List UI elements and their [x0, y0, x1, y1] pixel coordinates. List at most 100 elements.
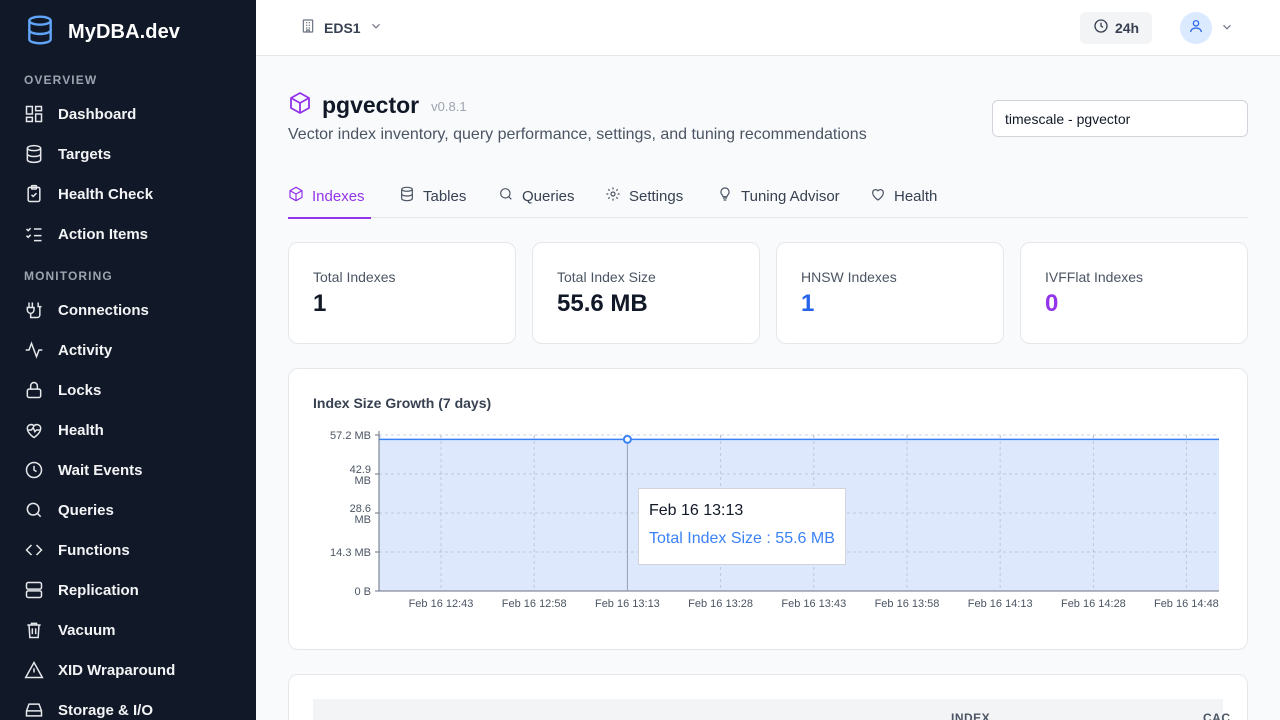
stat-label: Total Indexes [313, 269, 396, 285]
sidebar-item-activity[interactable]: Activity [24, 339, 112, 361]
y-tick-label: 14.3 MB [330, 547, 371, 559]
environment-selector[interactable]: EDS1 [300, 17, 383, 39]
chart-card: Index Size Growth (7 days) 0 B 14.3 MB 28.… [288, 368, 1248, 650]
sidebar-item-locks[interactable]: Locks [24, 379, 101, 401]
sidebar-item-label: Functions [58, 541, 130, 559]
column-header-cac: CAC [1203, 711, 1231, 720]
brand[interactable]: MyDBA.dev [24, 14, 180, 50]
warning-icon [24, 660, 44, 680]
database-icon [399, 186, 415, 207]
x-tick-label: Feb 16 14:28 [1061, 598, 1126, 610]
chevron-down-icon [369, 19, 383, 38]
x-tick-label: Feb 16 13:43 [781, 598, 846, 610]
x-tick-label: Feb 16 14:48 [1154, 598, 1219, 610]
search-icon [24, 500, 44, 520]
tab-tables[interactable]: Tables [399, 174, 466, 218]
tooltip-value: Total Index Size : 55.6 MB [649, 530, 835, 547]
y-tick-label: 0 B [354, 586, 371, 598]
stat-card-total-index-size: Total Index Size 55.6 MB [532, 242, 760, 344]
index-table-card: INDEX CAC [288, 674, 1248, 720]
time-range-label: 24h [1114, 20, 1140, 36]
page-title: pgvector [322, 91, 420, 118]
box-icon [288, 91, 312, 120]
sidebar-item-xid-wraparound[interactable]: XID Wraparound [24, 659, 175, 681]
sidebar-item-label: Queries [58, 501, 114, 519]
sidebar-item-label: Storage & I/O [58, 701, 154, 719]
sidebar-item-label: Locks [58, 381, 102, 399]
tab-settings[interactable]: Settings [605, 174, 683, 218]
gear-icon [605, 186, 621, 207]
plug-icon [24, 300, 44, 320]
heart-pulse-icon [24, 420, 44, 440]
database-select[interactable] [992, 100, 1248, 137]
sidebar-item-health[interactable]: Health [24, 419, 104, 441]
database-icon [24, 144, 44, 164]
tab-label: Tuning Advisor [741, 187, 840, 205]
sidebar-item-health-check[interactable]: Health Check [24, 183, 153, 205]
section-title-monitoring: MONITORING [24, 269, 113, 283]
page-subtitle: Vector index inventory, query performanc… [288, 126, 867, 143]
heart-icon [870, 186, 886, 207]
stat-label: IVFFlat Indexes [1045, 269, 1144, 285]
tab-tuning-advisor[interactable]: Tuning Advisor [717, 174, 840, 218]
tab-queries[interactable]: Queries [498, 174, 575, 218]
sidebar-item-targets[interactable]: Targets [24, 143, 111, 165]
sidebar-item-label: Vacuum [58, 621, 116, 639]
list-checks-icon [24, 224, 44, 244]
dashboard-icon [24, 104, 44, 124]
version-label: v0.8.1 [431, 98, 467, 114]
sidebar-item-label: Health Check [58, 185, 154, 203]
hard-drive-icon [24, 700, 44, 720]
clipboard-check-icon [24, 184, 44, 204]
lightbulb-icon [717, 186, 733, 207]
clock-icon [24, 460, 44, 480]
sidebar-item-functions[interactable]: Functions [24, 539, 130, 561]
sidebar-item-dashboard[interactable]: Dashboard [24, 103, 136, 125]
code-icon [24, 540, 44, 560]
tab-indexes[interactable]: Indexes [288, 174, 371, 219]
sidebar-item-label: Wait Events [58, 461, 143, 479]
app-name: MyDBA.dev [68, 20, 181, 43]
sidebar-item-label: Connections [58, 301, 149, 319]
sidebar-item-replication[interactable]: Replication [24, 579, 139, 601]
database-logo-icon [24, 14, 56, 51]
x-tick-label: Feb 16 13:13 [595, 598, 660, 610]
sidebar-item-queries[interactable]: Queries [24, 499, 114, 521]
sidebar-item-storage-io[interactable]: Storage & I/O [24, 699, 153, 720]
tab-health[interactable]: Health [870, 174, 937, 218]
hover-point [622, 434, 632, 444]
user-icon [1188, 18, 1204, 39]
sidebar-item-wait-events[interactable]: Wait Events [24, 459, 142, 481]
sidebar-item-label: Action Items [58, 225, 149, 243]
sidebar-item-label: XID Wraparound [58, 661, 176, 679]
sidebar-item-vacuum[interactable]: Vacuum [24, 619, 116, 641]
stat-label: Total Index Size [557, 269, 656, 285]
tab-label: Tables [423, 187, 467, 205]
x-tick-label: Feb 16 12:43 [409, 598, 474, 610]
page-header: pgvector v0.8.1 [288, 90, 467, 120]
sidebar-item-label: Health [58, 421, 104, 439]
sidebar-item-action-items[interactable]: Action Items [24, 223, 148, 245]
chart-tooltip: Feb 16 13:13 Total Index Size : 55.6 MB [638, 488, 846, 565]
building-icon [300, 18, 316, 39]
sidebar-item-label: Activity [58, 341, 113, 359]
stat-value: 55.6 MB [557, 290, 648, 317]
sidebar-item-label: Targets [58, 145, 112, 163]
y-tick-label: 57.2 MB [330, 430, 371, 442]
sidebar: MyDBA.dev OVERVIEW Dashboard Targets Hea… [0, 0, 256, 720]
time-range-button[interactable]: 24h [1080, 12, 1152, 44]
tab-label: Health [894, 187, 938, 205]
trash-icon [24, 620, 44, 640]
lock-icon [24, 380, 44, 400]
user-avatar[interactable] [1180, 12, 1212, 44]
x-tick-label: Feb 16 12:58 [502, 598, 567, 610]
environment-name: EDS1 [324, 20, 361, 36]
y-tick-label: 28.6 MB [350, 503, 371, 526]
chevron-down-icon[interactable] [1220, 20, 1234, 39]
tooltip-date: Feb 16 13:13 [649, 502, 744, 519]
sidebar-item-connections[interactable]: Connections [24, 299, 149, 321]
stat-card-ivfflat-indexes: IVFFlat Indexes 0 [1020, 242, 1248, 344]
topbar: EDS1 24h [256, 0, 1280, 56]
stat-value: 1 [801, 290, 815, 317]
box-icon [288, 186, 304, 207]
